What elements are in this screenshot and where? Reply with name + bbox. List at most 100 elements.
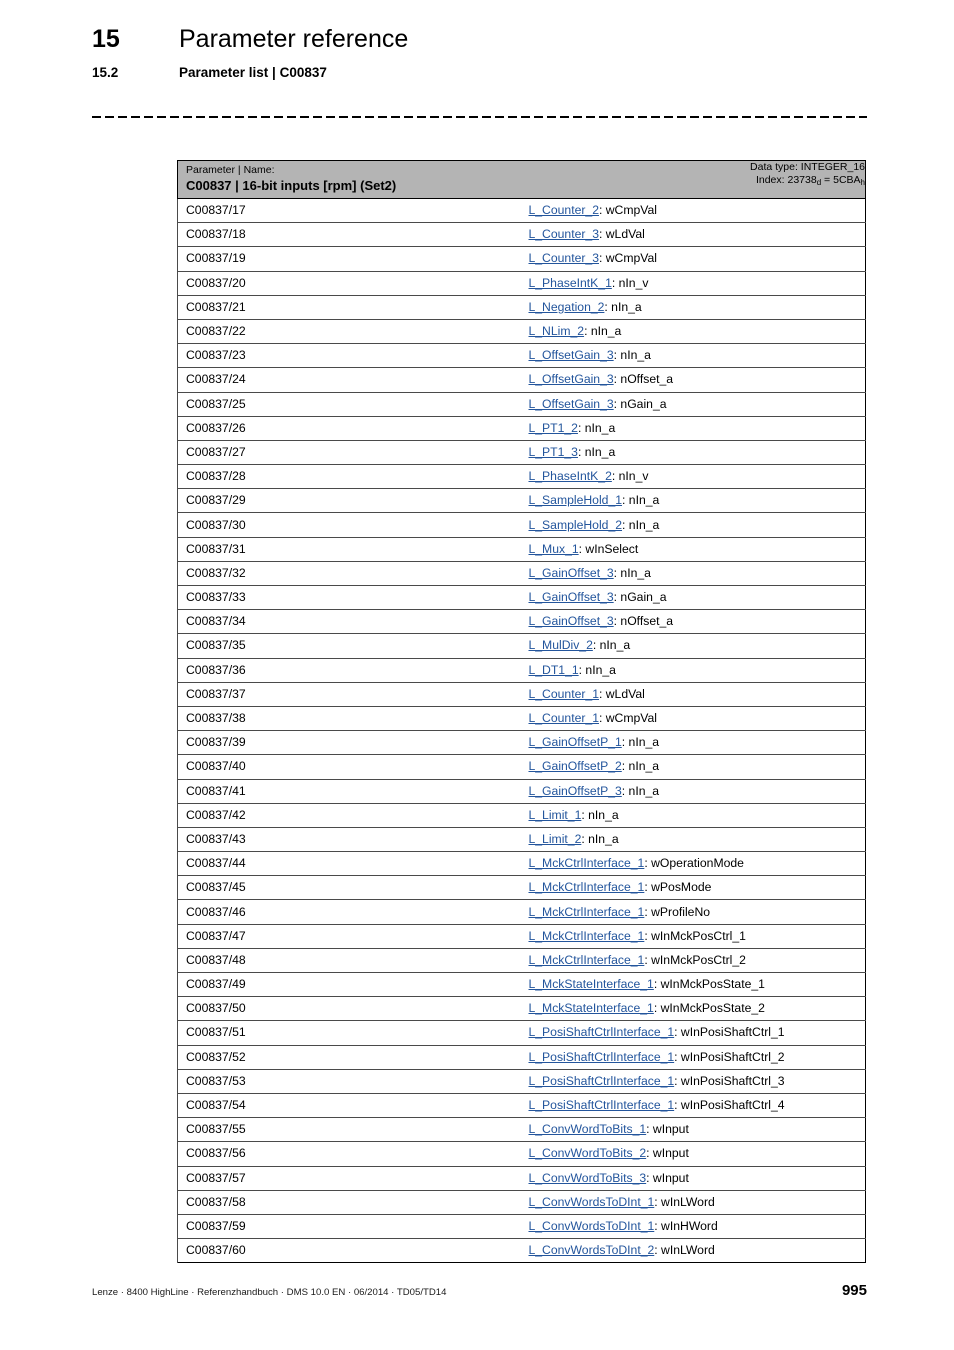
- signal-port-label: : wInput: [646, 1122, 689, 1137]
- function-block-link[interactable]: L_Mux_1: [529, 542, 579, 556]
- footer-imprint: Lenze · 8400 HighLine · Referenzhandbuch…: [92, 1287, 447, 1298]
- function-block-link[interactable]: L_PosiShaftCtrlInterface_1: [529, 1050, 675, 1064]
- table-row: C00837/51 L_PosiShaftCtrlInterface_1: wIn…: [177, 1020, 866, 1046]
- signal-port-label: : nIn_a: [581, 807, 619, 822]
- parameter-id-cell: C00837/18: [177, 222, 521, 247]
- function-block-link[interactable]: L_Counter_1: [529, 711, 599, 725]
- function-block-link[interactable]: L_ConvWordToBits_3: [529, 1171, 647, 1185]
- signal-port-label: : nIn_a: [578, 662, 616, 677]
- table-row: C00837/32 L_GainOffset_3: nIn_a: [177, 560, 866, 586]
- section-number: 15.2: [92, 65, 119, 80]
- function-block-link[interactable]: L_PT1_2: [529, 421, 578, 435]
- parameter-id-cell: C00837/55: [177, 1117, 521, 1142]
- function-block-link[interactable]: L_MckCtrlInterface_1: [529, 905, 645, 919]
- function-block-link[interactable]: L_PhaseIntK_2: [529, 469, 612, 483]
- signal-port-label: : wInLWord: [654, 1243, 715, 1258]
- signal-name-cell: L_ConvWordToBits_3: wInput: [520, 1165, 866, 1191]
- function-block-link[interactable]: L_Counter_3: [529, 251, 599, 265]
- function-block-link[interactable]: L_GainOffsetP_3: [529, 784, 622, 798]
- table-row: C00837/39 L_GainOffsetP_1: nIn_a: [177, 730, 866, 755]
- function-block-link[interactable]: L_MckCtrlInterface_1: [529, 880, 645, 894]
- function-block-link[interactable]: L_GainOffsetP_2: [529, 759, 622, 773]
- table-row: C00837/59 L_ConvWordsToDInt_1: wInHWord: [177, 1213, 866, 1239]
- function-block-link[interactable]: L_PT1_3: [529, 445, 578, 459]
- function-block-link[interactable]: L_ConvWordToBits_2: [529, 1146, 647, 1160]
- function-block-link[interactable]: L_Counter_3: [529, 227, 599, 241]
- section-title: Parameter list | C00837: [179, 65, 327, 80]
- signal-port-label: : nIn_a: [621, 735, 660, 750]
- parameter-id-cell: C00837/22: [177, 318, 521, 344]
- signal-name-cell: L_MckStateInterface_1: wInMckPosState_1: [520, 971, 866, 997]
- signal-port-label: : nIn_a: [613, 348, 651, 363]
- function-block-link[interactable]: L_MckStateInterface_1: [529, 977, 654, 991]
- function-block-link[interactable]: L_MulDiv_2: [529, 638, 593, 652]
- function-block-link[interactable]: L_GainOffset_3: [529, 614, 614, 628]
- parameter-id-cell: C00837/36: [177, 657, 521, 683]
- function-block-link[interactable]: L_OffsetGain_3: [529, 397, 614, 411]
- signal-port-label: : nIn_a: [592, 638, 631, 653]
- signal-port-label: : wLdVal: [598, 227, 645, 242]
- signal-port-label: : nGain_a: [613, 396, 667, 411]
- function-block-link[interactable]: L_SampleHold_1: [529, 493, 623, 507]
- function-block-link[interactable]: L_ConvWordsToDInt_1: [529, 1219, 655, 1233]
- function-block-link[interactable]: L_OffsetGain_3: [529, 372, 614, 386]
- parameter-id-cell: C00837/52: [177, 1044, 521, 1070]
- parameter-table: Parameter | Name: C00837 | 16-bit inputs…: [177, 160, 866, 1264]
- signal-name-cell: L_GainOffset_3: nOffset_a: [520, 609, 866, 634]
- signal-name-cell: L_ConvWordToBits_1: wInput: [520, 1117, 866, 1142]
- signal-port-label: : nIn_a: [613, 565, 651, 580]
- function-block-link[interactable]: L_PosiShaftCtrlInterface_1: [529, 1074, 675, 1088]
- function-block-link[interactable]: L_GainOffset_3: [529, 590, 614, 604]
- signal-name-cell: L_GainOffsetP_2: nIn_a: [520, 754, 866, 779]
- function-block-link[interactable]: L_Limit_2: [529, 832, 582, 846]
- signal-name-cell: L_ConvWordToBits_2: wInput: [520, 1141, 866, 1166]
- function-block-link[interactable]: L_PhaseIntK_1: [529, 276, 612, 290]
- table-row: C00837/37 L_Counter_1: wLdVal: [177, 681, 866, 707]
- function-block-link[interactable]: L_ConvWordToBits_1: [529, 1122, 647, 1136]
- table-row: C00837/60 L_ConvWordsToDInt_2: wInLWord: [177, 1238, 866, 1263]
- function-block-link[interactable]: L_MckCtrlInterface_1: [529, 929, 645, 943]
- function-block-link[interactable]: L_Counter_1: [529, 687, 599, 701]
- signal-name-cell: L_PhaseIntK_1: nIn_v: [520, 270, 866, 296]
- signal-port-label: : nIn_a: [584, 324, 622, 339]
- function-block-link[interactable]: L_ConvWordsToDInt_1: [529, 1195, 655, 1209]
- function-block-link[interactable]: L_Negation_2: [529, 300, 605, 314]
- function-block-link[interactable]: L_Limit_1: [529, 808, 582, 822]
- function-block-link[interactable]: L_SampleHold_2: [529, 518, 623, 532]
- signal-port-label: : wCmpVal: [598, 251, 657, 266]
- table-row: C00837/56 L_ConvWordToBits_2: wInput: [177, 1141, 866, 1166]
- function-block-link[interactable]: L_PosiShaftCtrlInterface_1: [529, 1098, 675, 1112]
- document-page: 15 Parameter reference 15.2 Parameter li…: [0, 0, 954, 1350]
- function-block-link[interactable]: L_NLim_2: [529, 324, 585, 338]
- signal-name-cell: L_Negation_2: nIn_a: [520, 294, 866, 320]
- table-row: C00837/48 L_MckCtrlInterface_1: wInMckPos…: [177, 947, 866, 973]
- chapter-title: Parameter reference: [179, 25, 409, 53]
- parameter-id-cell: C00837/19: [177, 246, 521, 272]
- function-block-link[interactable]: L_ConvWordsToDInt_2: [529, 1243, 655, 1257]
- function-block-link[interactable]: L_GainOffset_3: [529, 566, 614, 580]
- data-type-label: Data type: INTEGER_16: [750, 161, 865, 173]
- signal-name-cell: L_SampleHold_2: nIn_a: [520, 512, 866, 538]
- signal-port-label: : wInPosiShaftCtrl_4: [674, 1098, 785, 1113]
- signal-port-label: : wInPosiShaftCtrl_2: [674, 1049, 785, 1064]
- parameter-id-cell: C00837/27: [177, 439, 521, 465]
- function-block-link[interactable]: L_OffsetGain_3: [529, 348, 614, 362]
- function-block-link[interactable]: L_PosiShaftCtrlInterface_1: [529, 1025, 675, 1039]
- signal-port-label: : wLdVal: [598, 686, 645, 701]
- signal-name-cell: L_Limit_2: nIn_a: [520, 826, 866, 852]
- function-block-link[interactable]: L_MckCtrlInterface_1: [529, 856, 645, 870]
- function-block-link[interactable]: L_DT1_1: [529, 663, 579, 677]
- parameter-id-cell: C00837/49: [177, 971, 521, 997]
- function-block-link[interactable]: L_MckStateInterface_1: [529, 1001, 654, 1015]
- signal-name-cell: L_GainOffsetP_1: nIn_a: [520, 730, 866, 755]
- signal-name-cell: L_MckStateInterface_1: wInMckPosState_2: [520, 996, 866, 1021]
- function-block-link[interactable]: L_MckCtrlInterface_1: [529, 953, 645, 967]
- function-block-link[interactable]: L_Counter_2: [529, 203, 599, 217]
- table-row: C00837/25 L_OffsetGain_3: nGain_a: [177, 391, 866, 417]
- signal-name-cell: L_Mux_1: wInSelect: [520, 536, 866, 562]
- function-block-link[interactable]: L_GainOffsetP_1: [529, 735, 622, 749]
- signal-port-label: : nIn_v: [611, 275, 649, 290]
- table-row: C00837/45 L_MckCtrlInterface_1: wPosMode: [177, 875, 866, 900]
- parameter-id-cell: C00837/30: [177, 512, 521, 538]
- parameter-id-cell: C00837/31: [177, 536, 521, 562]
